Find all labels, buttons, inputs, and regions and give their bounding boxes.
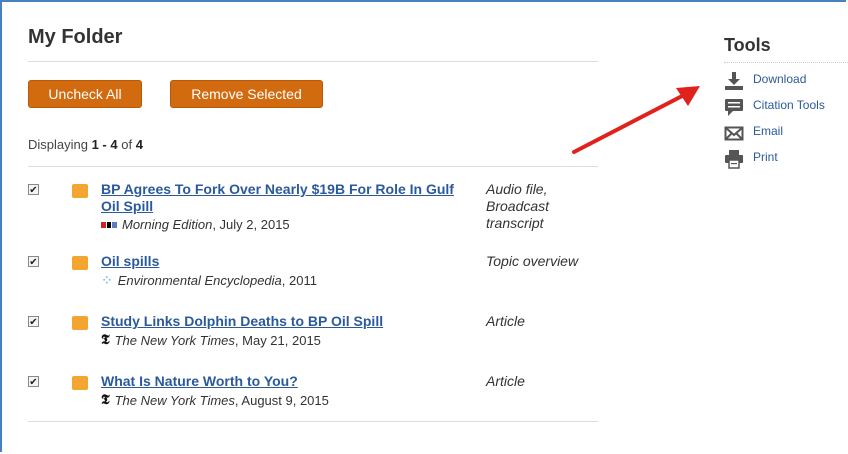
download-label[interactable]: Download (753, 72, 806, 86)
email-icon (724, 123, 746, 143)
item-source: ⁘ Environmental Encyclopedia, 2011 (101, 272, 473, 289)
tools-title: Tools (724, 35, 848, 63)
item-source: 𝕿 The New York Times, May 21, 2015 (101, 332, 473, 348)
item-title-link[interactable]: Oil spills (101, 253, 473, 270)
npr-logo-icon (101, 221, 118, 228)
list-item: ✔ What Is Nature Worth to You? 𝕿 The New… (28, 359, 598, 419)
item-checkbox[interactable]: ✔ (28, 316, 39, 328)
folder-icon (72, 184, 88, 198)
displaying-range: 1 - 4 (91, 137, 118, 152)
item-type: Topic overview (486, 253, 579, 269)
item-title-link[interactable]: Study Links Dolphin Deaths to BP Oil Spi… (101, 313, 473, 330)
folder-icon (72, 256, 88, 270)
source-name: Environmental Encyclopedia (117, 273, 282, 288)
source-name: The New York Times (114, 332, 235, 348)
source-name: The New York Times (114, 392, 235, 408)
item-checkbox[interactable]: ✔ (28, 376, 39, 388)
item-type: Audio file, Broadcast transcript (486, 181, 550, 231)
item-checkbox[interactable]: ✔ (28, 256, 39, 268)
item-source: Morning Edition, July 2, 2015 (101, 217, 473, 232)
uncheck-all-button[interactable]: Uncheck All (28, 80, 142, 108)
item-type: Article (486, 313, 525, 329)
email-tool[interactable]: Email (724, 123, 848, 149)
source-name: Morning Edition (122, 217, 213, 232)
source-date: , July 2, 2015 (212, 217, 290, 232)
print-label[interactable]: Print (753, 150, 778, 164)
print-tool[interactable]: Print (724, 149, 848, 175)
item-content: Oil spills ⁘ Environmental Encyclopedia,… (101, 253, 473, 289)
remove-selected-button[interactable]: Remove Selected (170, 80, 323, 108)
download-icon (724, 71, 746, 91)
nyt-logo-icon: 𝕿 (101, 332, 110, 348)
list-item: ✔ BP Agrees To Fork Over Nearly $19B For… (28, 167, 598, 239)
print-icon (724, 149, 746, 169)
list-item: ✔ Oil spills ⁘ Environmental Encyclopedi… (28, 239, 598, 299)
tools-panel: Tools Download Citation Tools Email Prin… (724, 35, 848, 175)
list-item: ✔ Study Links Dolphin Deaths to BP Oil S… (28, 299, 598, 359)
item-source: 𝕿 The New York Times, August 9, 2015 (101, 392, 473, 408)
page-title: My Folder (28, 26, 598, 62)
results-list: ✔ BP Agrees To Fork Over Nearly $19B For… (28, 167, 598, 419)
item-type: Article (486, 373, 525, 389)
source-date: , 2011 (281, 273, 317, 288)
displaying-of: of (117, 137, 136, 152)
item-content: BP Agrees To Fork Over Nearly $19B For R… (101, 181, 473, 232)
displaying-prefix: Displaying (28, 137, 92, 152)
source-date: , August 9, 2015 (234, 392, 329, 408)
button-row: Uncheck All Remove Selected (28, 80, 598, 110)
download-tool[interactable]: Download (724, 71, 848, 97)
item-title-link[interactable]: What Is Nature Worth to You? (101, 373, 473, 390)
folder-icon (72, 316, 88, 330)
item-checkbox[interactable]: ✔ (28, 184, 39, 196)
folder-panel: My Folder Uncheck All Remove Selected Di… (28, 26, 598, 422)
email-label[interactable]: Email (753, 124, 783, 138)
list-divider (28, 421, 598, 422)
red-arrow-annotation (572, 86, 700, 154)
displaying-total: 4 (135, 137, 143, 152)
item-content: What Is Nature Worth to You? 𝕿 The New Y… (101, 373, 473, 408)
citation-icon (724, 97, 746, 117)
item-title-link[interactable]: BP Agrees To Fork Over Nearly $19B For R… (101, 181, 473, 215)
encyclopedia-logo-icon: ⁘ (101, 272, 113, 288)
citation-tool[interactable]: Citation Tools (724, 97, 848, 123)
source-date: , May 21, 2015 (234, 332, 321, 348)
nyt-logo-icon: 𝕿 (101, 392, 110, 408)
item-content: Study Links Dolphin Deaths to BP Oil Spi… (101, 313, 473, 348)
displaying-count: Displaying 1 - 4 of 4 (28, 137, 598, 167)
folder-icon (72, 376, 88, 390)
citation-label[interactable]: Citation Tools (753, 98, 825, 112)
